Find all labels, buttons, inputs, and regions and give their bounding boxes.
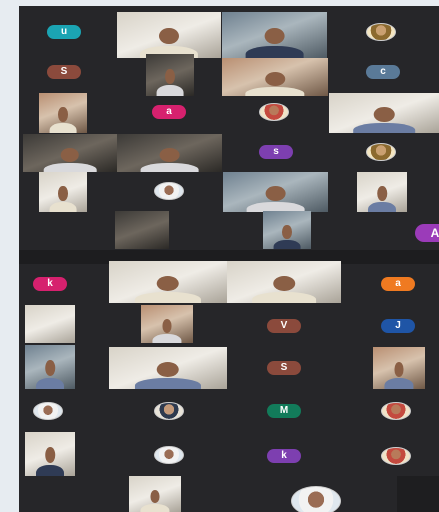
participant-video-tile[interactable] (117, 12, 221, 58)
participant-video-tile[interactable] (222, 58, 328, 96)
participant-figure (252, 273, 316, 303)
participant-avatar-a-large[interactable]: A (415, 224, 439, 242)
participant-figure (49, 184, 77, 212)
participant-avatar-j[interactable]: J (381, 319, 415, 333)
participant-profile-picture[interactable] (154, 446, 184, 464)
participant-avatar-c[interactable]: c (366, 65, 400, 79)
participant-figure (140, 487, 170, 512)
participant-figure (134, 359, 202, 389)
participant-figure (245, 69, 305, 96)
participant-video-tile[interactable] (25, 305, 75, 343)
participant-video-tile[interactable] (222, 12, 327, 58)
participant-avatar-s[interactable]: S (47, 65, 81, 79)
participant-figure (245, 24, 304, 58)
participant-figure (368, 184, 396, 212)
participant-video-tile[interactable] (129, 476, 181, 512)
participant-video-tile[interactable] (25, 432, 75, 476)
participant-video-tile[interactable] (373, 347, 425, 389)
participant-profile-picture[interactable] (366, 143, 396, 161)
participant-figure (134, 273, 202, 303)
participant-avatar-s[interactable]: s (259, 145, 293, 159)
participant-profile-picture[interactable] (381, 447, 411, 465)
participant-profile-picture[interactable] (154, 402, 184, 420)
participant-avatar-v[interactable]: V (267, 319, 301, 333)
participant-figure (246, 184, 305, 212)
participant-avatar-s[interactable]: S (267, 361, 301, 375)
participant-profile-picture[interactable] (154, 182, 184, 200)
participant-video-tile[interactable] (223, 172, 328, 212)
participant-video-tile[interactable] (25, 345, 75, 389)
participant-figure (353, 105, 415, 133)
participant-video-tile[interactable] (146, 54, 194, 96)
participant-profile-picture[interactable] (381, 402, 411, 420)
participant-figure (156, 66, 184, 96)
participant-video-tile[interactable] (117, 134, 222, 172)
participant-video-tile[interactable] (109, 261, 227, 303)
participant-figure (36, 357, 64, 389)
participant-video-tile[interactable] (141, 305, 193, 343)
meeting-screenshot: u S c a s A k a V J S M k (0, 0, 439, 512)
participant-avatar-k[interactable]: k (33, 277, 67, 291)
participant-figure (140, 145, 199, 172)
participant-video-tile[interactable] (23, 134, 117, 172)
participant-avatar-u[interactable]: u (47, 25, 81, 39)
participant-video-tile[interactable] (397, 476, 439, 512)
participant-figure (152, 316, 182, 343)
participant-video-tile[interactable] (109, 347, 227, 389)
participant-profile-picture[interactable] (291, 486, 341, 512)
participant-avatar-a[interactable]: a (381, 277, 415, 291)
participant-figure (49, 105, 77, 133)
participant-figure (273, 222, 301, 249)
participant-video-tile[interactable] (227, 261, 341, 303)
participant-profile-picture[interactable] (259, 103, 289, 121)
participant-video-tile[interactable] (39, 172, 87, 212)
participant-avatar-a[interactable]: a (152, 105, 186, 119)
participant-avatar-m[interactable]: M (267, 404, 301, 418)
participant-profile-picture[interactable] (33, 402, 63, 420)
participant-avatar-k[interactable]: k (267, 449, 301, 463)
video-call-participant-grid: u S c a s A k a V J S M k (19, 6, 439, 512)
participant-video-tile[interactable] (329, 93, 439, 133)
participant-figure (36, 444, 64, 476)
participant-figure (384, 359, 414, 389)
participant-profile-picture[interactable] (366, 23, 396, 41)
participant-video-tile[interactable] (39, 93, 87, 133)
participant-figure (139, 24, 199, 58)
participant-video-tile[interactable] (263, 211, 311, 249)
participant-video-tile[interactable] (115, 211, 169, 249)
participant-video-tile[interactable] (357, 172, 407, 212)
participant-figure (43, 145, 97, 172)
